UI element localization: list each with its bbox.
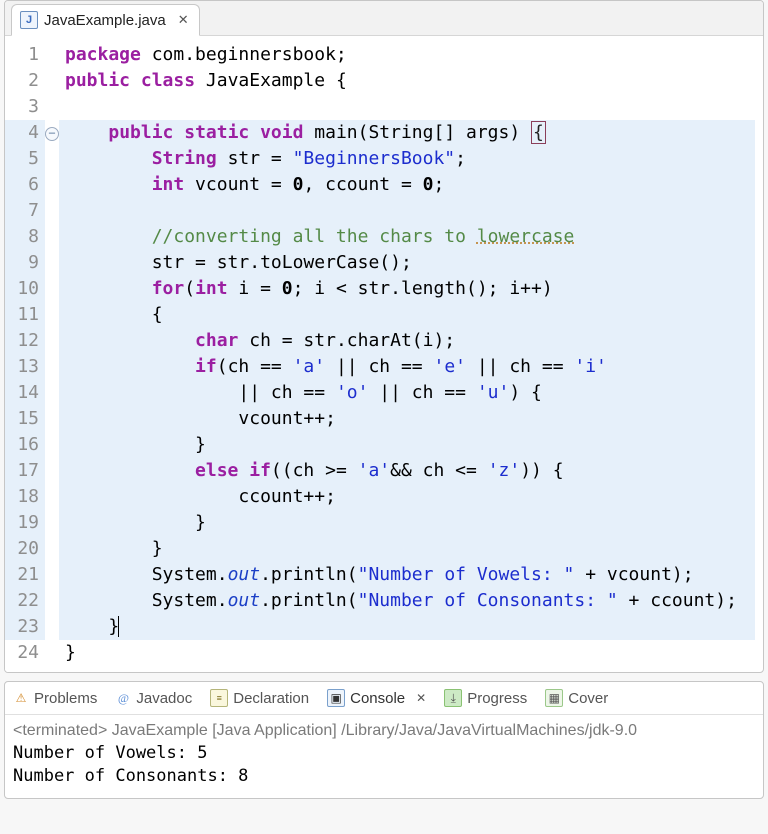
problems-icon: ⚠ xyxy=(13,690,29,706)
console-output-line: Number of Vowels: 5 xyxy=(13,742,755,765)
tab-declaration[interactable]: ≡ Declaration xyxy=(210,689,309,707)
progress-icon: ⤓ xyxy=(444,689,462,707)
console-run-header: <terminated> JavaExample [Java Applicati… xyxy=(13,719,755,742)
bottom-panel: ⚠ Problems @ Javadoc ≡ Declaration ▣ Con… xyxy=(4,681,764,799)
coverage-icon: ▦ xyxy=(545,689,563,707)
code-text[interactable]: package com.beginnersbook; public class … xyxy=(59,36,763,672)
tab-console[interactable]: ▣ Console ✕ xyxy=(327,689,426,707)
fold-toggle-icon[interactable]: − xyxy=(45,127,59,141)
declaration-icon: ≡ xyxy=(210,689,228,707)
close-icon[interactable]: ✕ xyxy=(416,691,426,705)
tab-progress[interactable]: ⤓ Progress xyxy=(444,689,527,707)
tab-filename: JavaExample.java xyxy=(44,12,166,29)
java-file-icon: J xyxy=(20,11,38,29)
console-output-line: Number of Consonants: 8 xyxy=(13,765,755,788)
line-number-gutter: 1 2 3 4567891011121314151617181920212223… xyxy=(5,36,45,672)
console-icon: ▣ xyxy=(327,689,345,707)
tab-problems[interactable]: ⚠ Problems xyxy=(13,690,97,707)
tab-javadoc[interactable]: @ Javadoc xyxy=(115,690,192,707)
console-body[interactable]: <terminated> JavaExample [Java Applicati… xyxy=(5,715,763,798)
close-icon[interactable]: ✕ xyxy=(178,12,189,28)
editor-tab[interactable]: J JavaExample.java ✕ xyxy=(11,4,200,36)
tab-coverage[interactable]: ▦ Cover xyxy=(545,689,608,707)
code-editor[interactable]: 1 2 3 4567891011121314151617181920212223… xyxy=(5,36,763,672)
editor-tab-bar: J JavaExample.java ✕ xyxy=(5,1,763,36)
fold-gutter: − xyxy=(45,36,59,672)
editor-panel: J JavaExample.java ✕ 1 2 3 4567891011121… xyxy=(4,0,764,673)
view-tab-bar: ⚠ Problems @ Javadoc ≡ Declaration ▣ Con… xyxy=(5,682,763,715)
javadoc-icon: @ xyxy=(115,690,131,706)
